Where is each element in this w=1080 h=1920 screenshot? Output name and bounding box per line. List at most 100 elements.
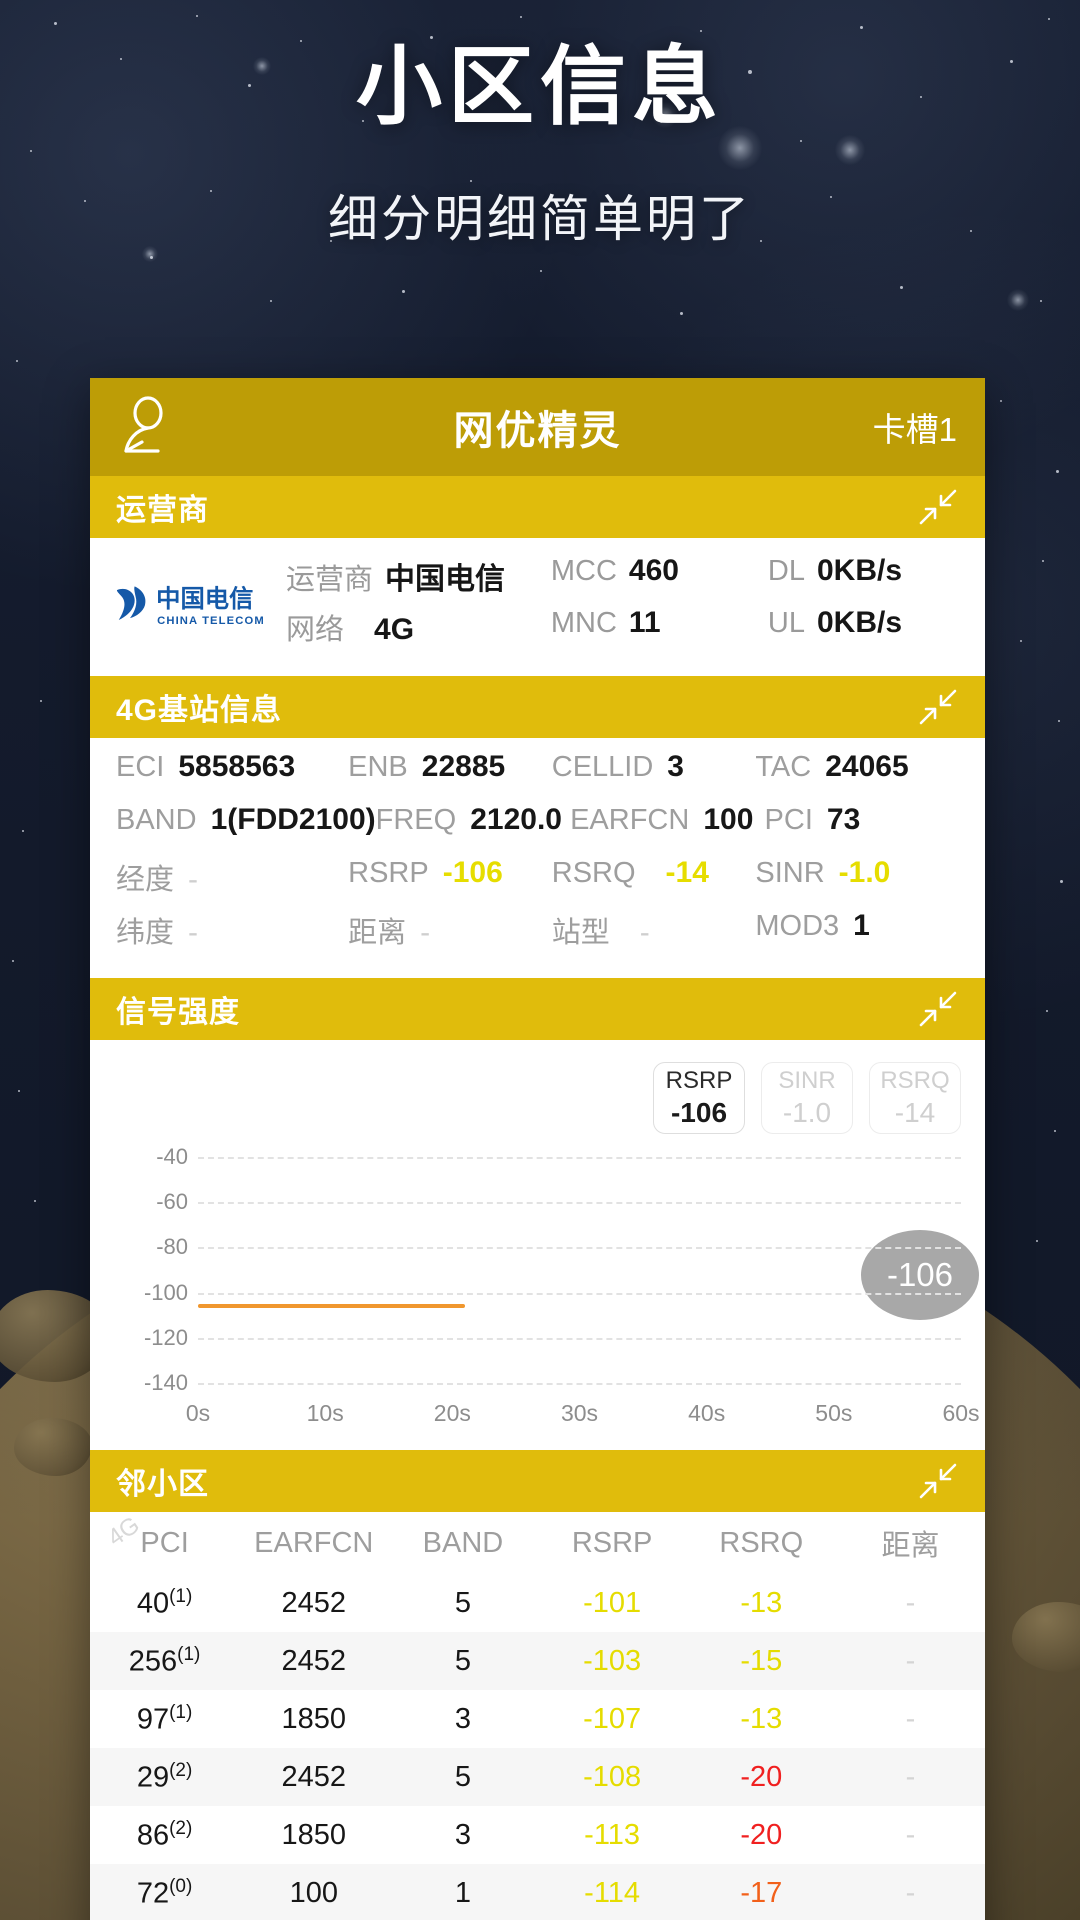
chart-x-tick-label: 0s [185,1400,211,1426]
chart-x-tick-label: 20s [433,1400,471,1426]
table-row[interactable]: 40(1) 2452 5 -101 -13 - [90,1574,985,1632]
star [270,300,272,302]
star-glow [1007,289,1029,311]
field-value: -14 [665,856,709,889]
field-value: 2120.0 [470,803,562,836]
chart-x-tick-label: 60s [942,1400,980,1426]
field-freq: FREQ 2120.0 [376,803,570,856]
field-key: BAND [116,804,197,836]
screenshot-root: 小区信息 细分明细简单明了 网优精灵 卡槽1 运营商 中国电信 CHINA TE… [0,0,1080,1920]
field-enb: ENB 22885 [348,750,552,803]
section-header-operator[interactable]: 运营商 [90,476,985,538]
table-header-row: PCI EARFCN BAND RSRP RSRQ 距离 [90,1512,985,1574]
table-row[interactable]: 256(1) 2452 5 -103 -15 - [90,1632,985,1690]
cell-rsrq: -17 [740,1876,783,1909]
star [40,700,42,702]
field-value: 4G [374,613,415,646]
field-key: SINR [755,857,825,889]
metric-pill-sinr[interactable]: SINR -1.0 [761,1062,853,1134]
collapse-icon[interactable] [915,987,959,1031]
table-row[interactable]: 29(2) 2452 5 -108 -20 - [90,1748,985,1806]
cell-rsrq: -20 [740,1818,783,1851]
section-title-signal: 信号强度 [116,996,240,1029]
chart-gridline [198,1157,961,1159]
table-row[interactable]: 86(2) 1850 3 -113 -20 - [90,1806,985,1864]
cell-band: 5 [454,1644,471,1677]
neighbors-table: 4G PCI EARFCN BAND RSRP RSRQ 距离 40(1) 245… [90,1511,985,1920]
cell-band: 1 [454,1876,471,1909]
star [12,960,14,962]
star [1058,720,1060,722]
cell-distance: - [905,1586,916,1619]
cell-pci-superscript: (0) [169,1875,193,1897]
star [1042,560,1044,562]
column-header-rsrp: RSRP [571,1526,653,1559]
cell-earfcn: 100 [289,1876,338,1909]
cell-pci-superscript: (2) [169,1817,193,1839]
cell-band: 3 [454,1818,471,1851]
cell-band: 5 [454,1586,471,1619]
metric-pill-rsrp[interactable]: RSRP -106 [653,1062,745,1134]
collapse-icon[interactable] [915,1459,959,1503]
field-value: 3 [667,750,684,783]
cell-earfcn: 2452 [281,1644,347,1677]
metric-name: RSRQ [880,1067,950,1094]
cell-distance: - [905,1818,916,1851]
operator-col-3: DL 0KB/s UL 0KB/s [768,554,985,658]
field-key: 距离 [348,917,407,949]
basestation-row: 纬度 - 距离 - 站型 - MOD3 1 [116,909,959,962]
field-value: 1 [853,909,870,942]
section-header-basestation[interactable]: 4G基站信息 [90,676,985,738]
basestation-row: 经度 - RSRP -106 RSRQ -14 SINR -1.0 [116,856,959,909]
field-value: 100 [703,803,754,836]
section-header-signal[interactable]: 信号强度 [90,978,985,1040]
field-value: -1.0 [838,856,891,889]
user-icon[interactable] [118,396,178,458]
chart-x-tick-label: 10s [306,1400,344,1426]
metric-value: -14 [894,1097,936,1128]
chart-x-tick-label: 30s [560,1400,599,1426]
star [22,830,24,832]
chart-y-tick-label: -40 [156,1144,188,1169]
svg-text:中国电信: 中国电信 [156,585,253,613]
collapse-icon[interactable] [915,485,959,529]
field-downlink-rate: DL 0KB/s [768,554,985,606]
metric-pill-rsrq[interactable]: RSRQ -14 [869,1062,961,1134]
cell-pci: 256(1) [128,1643,201,1678]
cell-earfcn: 1850 [281,1702,347,1735]
current-value-bubble: -106 [861,1229,979,1320]
hero-section: 小区信息 细分明细简单明了 [0,0,1080,251]
table-row[interactable]: 97(1) 1850 3 -107 -13 - [90,1690,985,1748]
sim-slot-label[interactable]: 卡槽1 [873,403,957,451]
cell-pci-superscript: (1) [177,1643,201,1665]
cell-pci: 72(0) [136,1875,193,1910]
star [1036,1240,1038,1242]
field-value: 24065 [825,750,909,783]
field-key: MOD3 [755,910,840,942]
field-network-type: 网络 4G [286,606,551,658]
operator-col-1: 运营商 中国电信 网络 4G [286,554,551,658]
section-header-neighbors[interactable]: 邻小区 [90,1450,985,1512]
chart-gridline [198,1202,961,1205]
field-key: 网络 [286,614,345,646]
cell-rsrp: -108 [583,1760,642,1793]
app-screenshot-card: 网优精灵 卡槽1 运营商 中国电信 CHINA TELECOM 运营商 中国电信… [90,378,985,1920]
collapse-icon[interactable] [915,685,959,729]
cell-pci: 97(1) [136,1701,193,1736]
cell-earfcn: 1850 [281,1818,347,1851]
field-value: 5858563 [178,750,296,783]
cell-band: 3 [454,1702,471,1735]
table-row[interactable]: 72(0) 100 1 -114 -17 - [90,1864,985,1920]
metric-name: SINR [778,1067,836,1094]
field-value: - [420,916,431,949]
field-tac: TAC 24065 [755,750,959,803]
field-value: 22885 [421,750,506,783]
star [1000,400,1002,402]
page-subtitle: 细分明细简单明了 [328,190,752,247]
cell-rsrq: -13 [740,1586,783,1619]
operator-fields: 运营商 中国电信 网络 4G MCC 460 MNC 11 DL 0KB/s U… [286,554,985,658]
basestation-row: BAND 1(FDD2100) FREQ 2120.0 EARFCN 100 P… [116,803,959,856]
field-band: BAND 1(FDD2100) [116,803,376,856]
field-earfcn: EARFCN 100 [570,803,764,856]
field-key: 运营商 [286,564,374,596]
